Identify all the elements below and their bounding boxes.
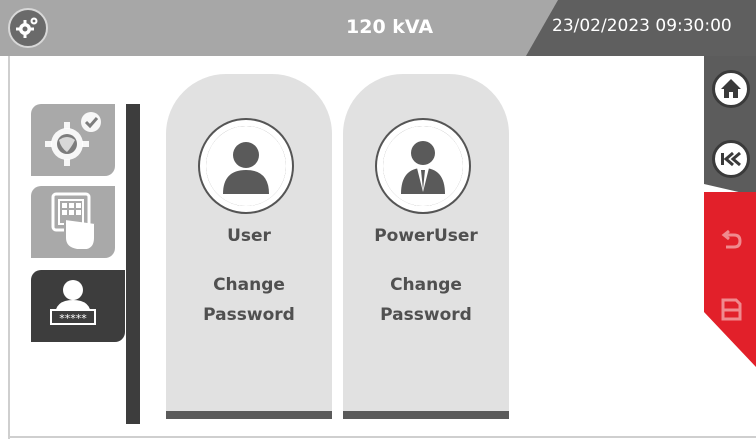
home-button[interactable] bbox=[712, 70, 750, 108]
settings-globe-icon bbox=[45, 112, 101, 166]
save-button[interactable] bbox=[712, 290, 750, 328]
sidebar-divider bbox=[126, 104, 140, 424]
user-card-footer bbox=[166, 411, 332, 419]
save-icon bbox=[721, 298, 742, 321]
user-change-password[interactable]: Change Password bbox=[166, 270, 332, 330]
gears-icon[interactable] bbox=[8, 8, 48, 48]
keypad-hand-icon bbox=[51, 192, 96, 251]
poweruser-card[interactable]: PowerUser Change Password bbox=[343, 74, 509, 419]
date-time: 23/02/2023 09:30:00 bbox=[552, 16, 732, 36]
action-rail bbox=[704, 192, 756, 367]
user-card-title: User bbox=[227, 226, 271, 246]
poweruser-card-title: PowerUser bbox=[374, 226, 478, 246]
poweruser-change-password[interactable]: Change Password bbox=[343, 270, 509, 330]
power-user-icon bbox=[377, 120, 469, 212]
back-icon bbox=[721, 151, 741, 167]
frame-left-border bbox=[8, 56, 10, 439]
poweruser-change-password-line1: Change bbox=[390, 275, 462, 295]
home-icon bbox=[721, 79, 741, 98]
user-icon bbox=[200, 120, 292, 212]
back-button[interactable] bbox=[712, 140, 750, 178]
top-bar: 120 kVA 23/02/2023 09:30:00 bbox=[0, 0, 756, 56]
user-change-password-line1: Change bbox=[213, 275, 285, 295]
tab-keypad[interactable] bbox=[31, 186, 115, 258]
undo-icon bbox=[721, 229, 742, 249]
password-mask-text: ***** bbox=[59, 312, 87, 325]
user-password-icon: ***** bbox=[50, 280, 96, 325]
tab-user-password[interactable]: ***** bbox=[31, 270, 125, 342]
poweruser-card-footer bbox=[343, 411, 509, 419]
frame-bottom-border bbox=[8, 436, 756, 438]
undo-button[interactable] bbox=[712, 221, 750, 259]
user-change-password-line2: Password bbox=[203, 305, 295, 325]
tab-general-settings[interactable] bbox=[31, 104, 115, 176]
power-rating: 120 kVA bbox=[346, 16, 434, 38]
poweruser-change-password-line2: Password bbox=[380, 305, 472, 325]
user-card[interactable]: User Change Password bbox=[166, 74, 332, 419]
